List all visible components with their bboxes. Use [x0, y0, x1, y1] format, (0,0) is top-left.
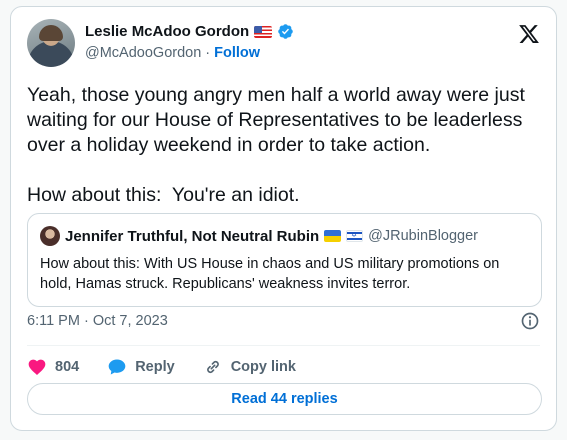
like-count: 804 [55, 359, 80, 375]
tweet-time: 6:11 PM [27, 313, 80, 329]
handle-separator: · [205, 45, 211, 61]
quoted-author-handle: @JRubinBlogger [368, 228, 479, 244]
quoted-tweet-text: How about this: With US House in chaos a… [40, 256, 500, 292]
author-name[interactable]: Leslie McAdoo Gordon [85, 23, 249, 40]
tweet-text: Yeah, those young angry men half a world… [27, 83, 542, 208]
tweet-paragraph: Yeah, those young angry men half a world… [27, 84, 525, 156]
tweet-timestamp[interactable]: 6:11 PM · Oct 7, 2023 [27, 313, 168, 329]
quoted-tweet[interactable]: Jennifer Truthful, Not Neutral Rubin ✡ @… [27, 213, 542, 307]
quoted-author-name: Jennifer Truthful, Not Neutral Rubin [65, 227, 320, 245]
quoted-author-avatar [40, 226, 60, 246]
heart-icon [28, 359, 46, 375]
reply-label: Reply [135, 359, 175, 375]
speech-bubble-icon [108, 359, 126, 375]
ukraine-flag-icon [324, 230, 342, 242]
tweet-date: Oct 7, 2023 [92, 313, 168, 329]
copy-link-button[interactable]: Copy link [203, 357, 296, 377]
tweet-header: Leslie McAdoo Gordon @McAdooGordon · Follo… [27, 19, 540, 69]
copy-link-label: Copy link [230, 359, 296, 375]
author-name-row: Leslie McAdoo Gordon [85, 23, 294, 40]
like-button[interactable]: 804 [27, 357, 79, 377]
info-icon[interactable] [520, 311, 540, 331]
follow-button[interactable]: Follow [214, 45, 260, 61]
author-avatar[interactable] [27, 19, 75, 67]
us-flag-icon [254, 25, 273, 38]
timestamp-separator: · [83, 313, 89, 329]
verified-badge-icon [278, 24, 293, 39]
link-icon [206, 360, 219, 374]
tweet-paragraph: How about this: You're an idiot. [27, 184, 300, 206]
tweet-card: Leslie McAdoo Gordon @McAdooGordon · Follo… [10, 6, 557, 431]
author-handle[interactable]: @McAdooGordon [85, 45, 201, 61]
quoted-tweet-header: Jennifer Truthful, Not Neutral Rubin ✡ @… [40, 226, 478, 246]
israel-flag-icon: ✡ [346, 230, 364, 242]
reply-button[interactable]: Reply [107, 357, 175, 377]
divider [27, 345, 540, 346]
author-handle-row: @McAdooGordon · Follow [85, 45, 260, 61]
action-bar: 804 Reply Copy link [27, 351, 296, 383]
x-logo-icon[interactable] [518, 23, 540, 45]
read-replies-button[interactable]: Read 44 replies [27, 383, 542, 415]
